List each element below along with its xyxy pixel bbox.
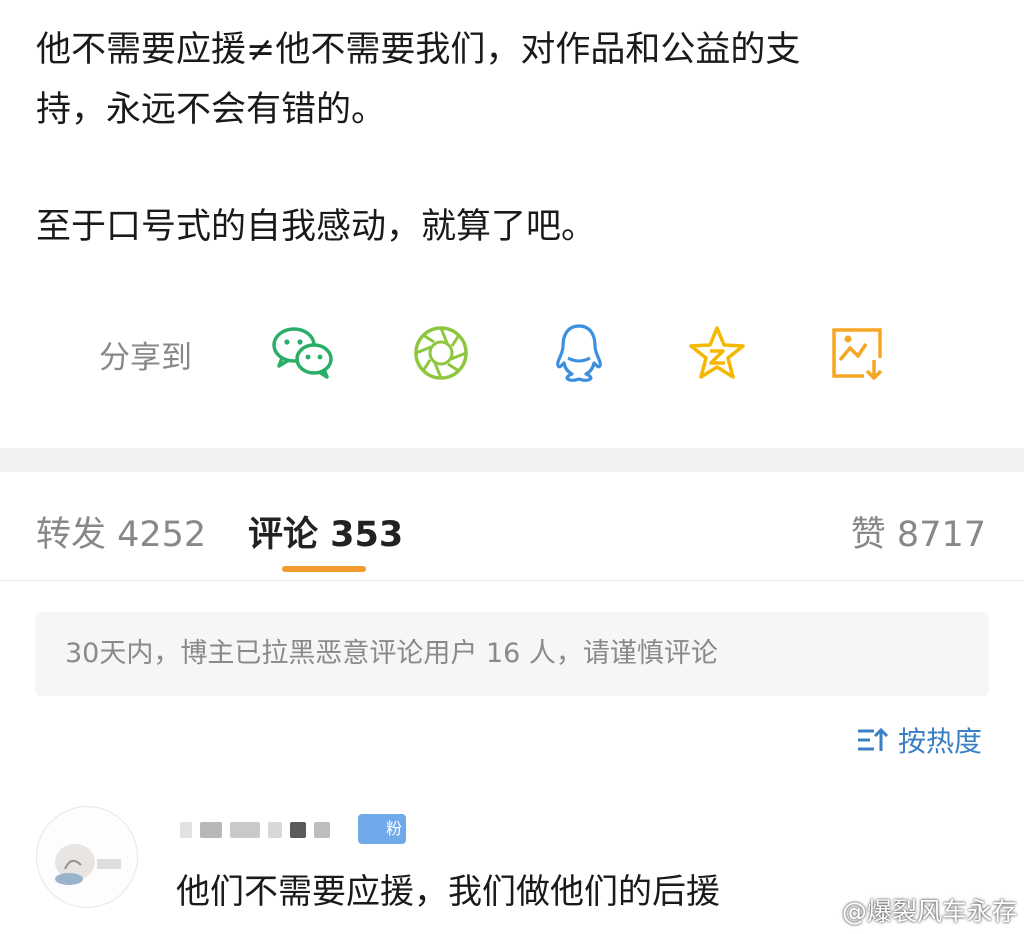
share-label: 分享到	[99, 340, 192, 376]
watermark: @爆裂风车永存	[808, 892, 1017, 928]
share-wechat-button[interactable]	[268, 318, 338, 388]
save-image-button[interactable]	[822, 318, 892, 388]
share-qzone-button[interactable]	[682, 318, 752, 388]
fan-badge: 粉	[358, 814, 406, 844]
weibo-logo-icon	[809, 900, 836, 922]
post-line: 持，永远不会有错的。	[36, 90, 387, 130]
moderation-notice: 30天内，博主已拉黑恶意评论用户 16 人，请谨慎评论	[35, 612, 989, 696]
post-line: 至于口号式的自我感动，就算了吧。	[36, 207, 597, 247]
sort-hot-button[interactable]: 按热度	[856, 720, 982, 760]
sort-label: 按热度	[898, 725, 983, 758]
watermark-text: @爆裂风车永存	[842, 897, 1018, 926]
sort-icon	[858, 727, 888, 751]
username-blurred[interactable]	[180, 818, 338, 842]
tab-comments[interactable]: 评论 353	[248, 506, 403, 557]
tab-bar: 转发 4252 评论 353 赞 8717	[0, 472, 1024, 581]
section-divider	[0, 448, 1024, 472]
avatar-image	[55, 844, 121, 885]
share-qq-button[interactable]	[544, 318, 614, 388]
active-tab-indicator	[282, 566, 366, 572]
share-moments-button[interactable]	[406, 318, 476, 388]
moments-icon	[414, 326, 468, 380]
comment-text: 他们不需要应援，我们做他们的后援	[176, 872, 720, 912]
qzone-icon	[689, 326, 745, 379]
tab-repost[interactable]: 转发 4252	[36, 506, 206, 557]
post-content: 他不需要应援≠他不需要我们，对作品和公益的支 持，永远不会有错的。 至于口号式的…	[36, 20, 996, 257]
tab-likes[interactable]: 赞 8717	[851, 506, 986, 557]
share-bar: 分享到	[0, 318, 1024, 388]
qq-icon	[556, 324, 602, 382]
post-line: 他不需要应援≠他不需要我们，对作品和公益的支	[36, 30, 801, 70]
avatar[interactable]	[36, 806, 138, 908]
save-image-icon	[832, 328, 883, 380]
wechat-icon	[272, 327, 333, 379]
